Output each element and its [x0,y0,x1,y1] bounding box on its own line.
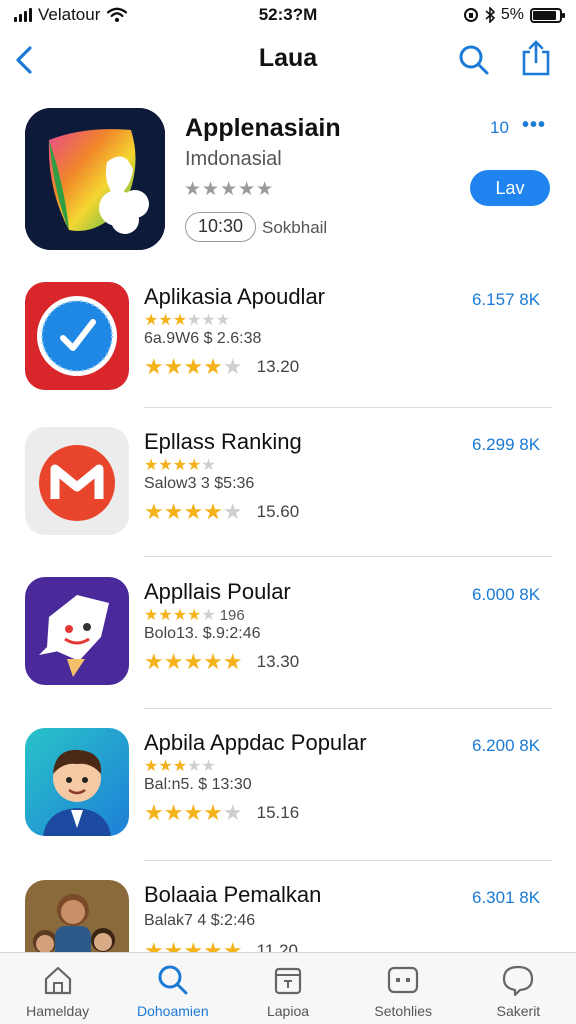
app-small-stars: ★★★★★ [144,758,216,775]
app-small-stars: ★★★★★★ [144,312,231,329]
app-price[interactable]: 6.157 8K [472,290,540,310]
featured-app-icon [25,108,165,250]
featured-rating-stars: ★★★★★ [184,179,275,200]
orientation-lock-icon [463,8,478,22]
app-rating-stars: ★★★★★ [144,800,243,825]
divider [144,708,552,709]
divider [144,860,552,861]
app-price[interactable]: 6.000 8K [472,585,540,605]
app-price[interactable]: 6.200 8K [472,736,540,756]
featured-app-subtitle: Imdonasial [185,148,282,170]
app-meta: Bal:n5. $ 13:30 [144,776,252,793]
app-score: 15.60 [256,502,300,521]
tab-label: Sakerit [496,1003,541,1019]
tab-games[interactable]: Setohlies [346,953,461,1024]
chevron-left-icon[interactable] [10,40,40,80]
avatar-app-icon [25,728,129,836]
battery-percent: 5% [500,6,524,23]
list-item[interactable]: Aplikasia Apoudlar ★★★★★★ 6a.9W6 $ 2.6:3… [0,282,576,432]
tab-library[interactable]: Lapioa [230,953,345,1024]
app-meta: Balak7 4 $:2:46 [144,912,256,929]
app-meta: 6a.9W6 $ 2.6:38 [144,330,262,347]
app-score: 13.20 [256,357,300,376]
divider [144,407,552,408]
wifi-icon [107,7,128,23]
chat-bubble-icon [503,965,534,997]
get-button[interactable]: Lav [470,170,550,206]
list-item[interactable]: Epllass Ranking ★★★★★ Salow3 3 $5:36 ★★★… [0,427,576,577]
safari-compass-icon [25,282,129,390]
gmail-m-icon [25,427,129,535]
app-rating-stars: ★★★★★ [144,354,243,379]
mascot-app-icon [25,577,129,685]
battery-icon [530,7,565,23]
app-name: Aplikasia Apoudlar [144,284,326,309]
app-name: Epllass Ranking [144,429,302,454]
tab-chat[interactable]: Sakerit [461,953,576,1024]
archive-icon [274,967,302,995]
app-name: Apbila Appdac Popular [144,730,367,755]
featured-count: 10 [490,118,509,137]
more-options-icon[interactable]: ••• [522,114,546,137]
app-score: 15.16 [256,803,300,822]
app-rating-stars: ★★★★★ [144,499,243,524]
tab-label: Lapioa [266,1003,310,1019]
app-price[interactable]: 6.299 8K [472,435,540,455]
app-score: 13.30 [256,652,300,671]
share-icon[interactable] [518,38,554,78]
app-meta: Bolo13. $.9:2:46 [144,625,261,642]
app-name: Bolaaia Pemalkan [144,882,322,907]
tab-label: Hamelday [26,1003,90,1019]
list-item[interactable]: Appllais Poular ★★★★★ 196 Bolo13. $.9:2:4… [0,577,576,727]
search-icon [158,965,188,995]
list-item[interactable]: Apbila Appdac Popular ★★★★★ Bal:n5. $ 13… [0,728,576,878]
tab-label: Setohlies [374,1003,432,1019]
app-name: Appllais Poular [144,579,291,604]
bluetooth-icon [485,7,495,23]
status-time: 52:3?M [258,5,318,24]
games-icon [388,966,419,994]
app-small-stars: ★★★★★ 196 [144,607,245,624]
featured-time-badge: 10:30 [185,212,257,242]
carrier-label: Velatour [38,5,101,24]
tab-home[interactable]: Hamelday [0,953,115,1024]
tab-bar: Hamelday Dohoamien Lapioa Setohlies Sake… [0,952,576,1024]
search-icon[interactable] [456,42,492,78]
featured-app-name: Applenasiain [185,114,341,142]
featured-app-card[interactable]: Applenasiain Imdonasial ★★★★★ 10:30 Sokb… [0,100,576,260]
status-bar: Velatour 52:3?M 5% [0,0,576,30]
app-small-stars: ★★★★★ [144,457,216,474]
home-icon [44,966,71,995]
app-meta: Salow3 3 $5:36 [144,475,255,492]
signal-icon [14,8,32,22]
app-price[interactable]: 6.301 8K [472,888,540,908]
featured-meta: Sokbhail [262,218,328,237]
nav-bar: Laua [0,30,576,90]
tab-label: Dohoamien [137,1003,209,1019]
tab-search[interactable]: Dohoamien [115,953,230,1024]
app-rating-stars: ★★★★★ [144,649,243,674]
divider [144,556,552,557]
